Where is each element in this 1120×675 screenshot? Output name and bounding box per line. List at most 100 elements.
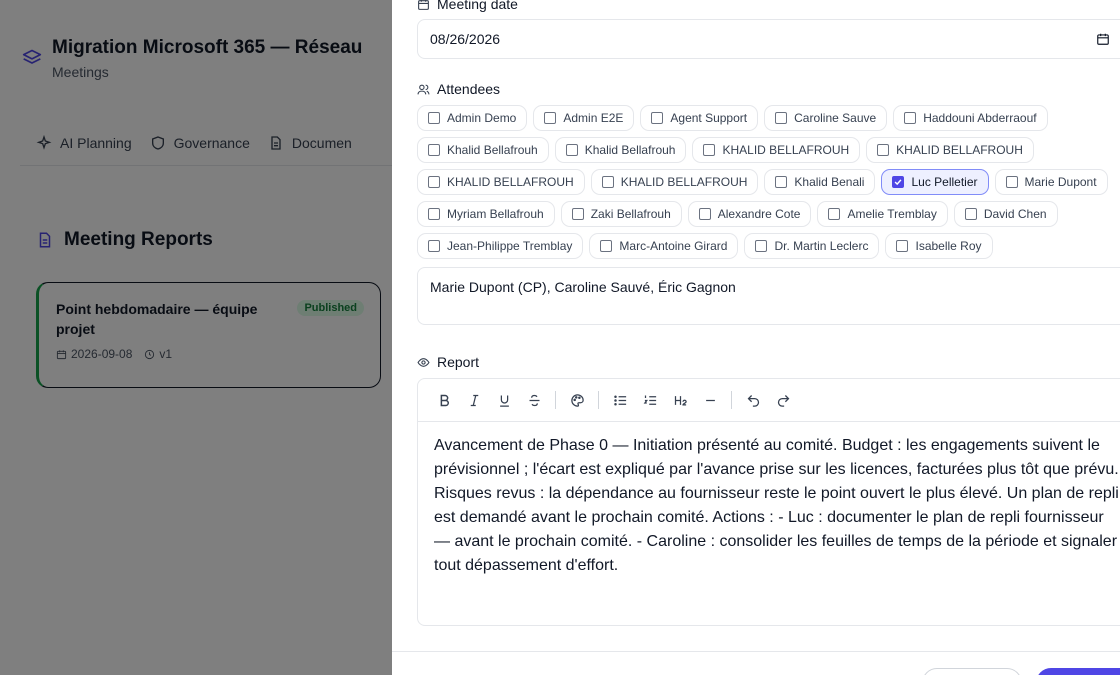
attendee-chip[interactable]: Luc Pelletier	[881, 169, 989, 195]
attendee-chip[interactable]: Marc-Antoine Girard	[589, 233, 739, 259]
attendee-chip[interactable]: Khalid Benali	[764, 169, 876, 195]
checkbox-checked[interactable]	[892, 176, 905, 188]
attendee-chip[interactable]: Alexandre Cote	[687, 201, 812, 227]
eye-icon	[417, 357, 430, 367]
checkbox[interactable]	[428, 112, 440, 124]
checkbox[interactable]	[877, 144, 890, 156]
toolbar-divider	[555, 391, 556, 409]
attendee-name: Khalid Bellafrouh	[584, 143, 676, 157]
checkbox[interactable]	[755, 240, 768, 252]
attendee-chip[interactable]: Khalid Bellafrouh	[417, 137, 549, 163]
attendees-textarea[interactable]: Marie Dupont (CP), Caroline Sauvé, Éric …	[417, 267, 1120, 325]
save-button[interactable]	[1036, 668, 1120, 675]
attendee-name: KHALID BELLAFROUH	[722, 143, 850, 157]
attendee-name: Jean-Philippe Tremblay	[447, 239, 573, 253]
check-icon	[895, 179, 902, 186]
bullet-list-icon	[613, 395, 626, 405]
attendee-name: Caroline Sauve	[794, 111, 877, 125]
attendee-name: Isabelle Roy	[915, 239, 982, 253]
checkbox[interactable]	[428, 240, 440, 252]
attendee-chip[interactable]: KHALID BELLAFROUH	[866, 137, 1034, 163]
heading-button[interactable]	[667, 387, 693, 413]
checkbox[interactable]	[775, 112, 788, 124]
toolbar-divider	[731, 391, 732, 409]
attendees-label-text: Attendees	[437, 81, 501, 97]
attendee-chip[interactable]: Admin E2E	[533, 105, 635, 131]
checkbox[interactable]	[428, 144, 440, 156]
attendee-chip[interactable]: Haddouni Abderraouf	[893, 105, 1048, 131]
undo-button[interactable]	[740, 387, 766, 413]
attendee-chip[interactable]: KHALID BELLAFROUH	[692, 137, 861, 163]
meeting-date-label: Meeting date	[417, 0, 518, 12]
underline-icon	[499, 395, 509, 407]
attendee-name: Alexandre Cote	[717, 207, 801, 221]
report-label: Report	[417, 354, 479, 370]
report-editor: Avancement de Phase 0 — Initiation prése…	[417, 378, 1120, 626]
cancel-button[interactable]	[922, 668, 1022, 675]
toolbar-divider	[598, 391, 599, 409]
italic-icon	[470, 394, 478, 406]
attendees-list: Admin Demo Admin E2E Agent Support Caroline…	[417, 105, 1117, 259]
checkbox[interactable]	[1005, 176, 1018, 188]
attendee-name: Khalid Benali	[794, 175, 865, 189]
bullet-list-button[interactable]	[607, 387, 633, 413]
color-button[interactable]	[564, 387, 590, 413]
strikethrough-button[interactable]	[521, 387, 547, 413]
checkbox[interactable]	[964, 208, 977, 220]
checkbox[interactable]	[896, 240, 909, 252]
attendee-chip[interactable]: Zaki Bellafrouh	[560, 201, 682, 227]
report-content[interactable]: Avancement de Phase 0 — Initiation prése…	[418, 422, 1120, 578]
checkbox[interactable]	[651, 112, 664, 124]
calendar-picker-icon[interactable]	[1096, 32, 1110, 46]
attendee-name: Khalid Bellafrouh	[447, 143, 538, 157]
attendee-chip[interactable]: Amelie Tremblay	[817, 201, 948, 227]
attendee-chip[interactable]: KHALID BELLAFROUH	[417, 169, 585, 195]
checkbox[interactable]	[703, 144, 716, 156]
meeting-date-input[interactable]: 08/26/2026	[417, 19, 1120, 59]
checkbox[interactable]	[601, 176, 614, 188]
attendee-name: Admin Demo	[447, 111, 517, 125]
minus-icon	[705, 399, 715, 401]
ordered-list-button[interactable]	[637, 387, 663, 413]
editor-toolbar	[418, 379, 1120, 422]
attendee-chip[interactable]: Myriam Bellafrouh	[417, 201, 555, 227]
users-icon	[417, 84, 430, 94]
checkbox[interactable]	[775, 176, 788, 188]
attendee-chip[interactable]: Khalid Bellafrouh	[554, 137, 687, 163]
attendee-chip[interactable]: Admin Demo	[417, 105, 528, 131]
report-drawer: Meeting date 08/26/2026 Attendees Admin …	[392, 0, 1120, 675]
underline-button[interactable]	[491, 387, 517, 413]
attendee-name: Admin E2E	[563, 111, 624, 125]
attendee-name: KHALID BELLAFROUH	[447, 175, 574, 189]
bold-icon	[440, 394, 449, 406]
attendee-chip[interactable]: KHALID BELLAFROUH	[590, 169, 759, 195]
attendee-chip[interactable]: Agent Support	[640, 105, 759, 131]
checkbox[interactable]	[565, 144, 578, 156]
drawer-footer	[392, 651, 1120, 675]
redo-button[interactable]	[770, 387, 796, 413]
horizontal-rule-button[interactable]	[697, 387, 723, 413]
checkbox[interactable]	[428, 176, 440, 188]
italic-button[interactable]	[461, 387, 487, 413]
attendee-chip[interactable]: Isabelle Roy	[885, 233, 993, 259]
attendee-chip[interactable]: Jean-Philippe Tremblay	[417, 233, 584, 259]
attendee-name: Dr. Martin Leclerc	[774, 239, 869, 253]
checkbox[interactable]	[828, 208, 841, 220]
checkbox[interactable]	[544, 112, 557, 124]
attendee-chip[interactable]: David Chen	[953, 201, 1058, 227]
checkbox[interactable]	[698, 208, 711, 220]
checkbox[interactable]	[428, 208, 440, 220]
attendee-chip[interactable]: Dr. Martin Leclerc	[744, 233, 880, 259]
attendee-name: KHALID BELLAFROUH	[620, 175, 748, 189]
attendee-chip[interactable]: Marie Dupont	[994, 169, 1108, 195]
bold-button[interactable]	[431, 387, 457, 413]
attendees-label: Attendees	[417, 81, 500, 97]
attendee-chip[interactable]: Caroline Sauve	[764, 105, 888, 131]
attendee-name: Marc-Antoine Girard	[619, 239, 728, 253]
report-label-text: Report	[437, 354, 480, 370]
attendee-name: Marie Dupont	[1024, 175, 1097, 189]
checkbox[interactable]	[571, 208, 584, 220]
checkbox[interactable]	[600, 240, 613, 252]
attendee-name: Haddouni Abderraouf	[923, 111, 1037, 125]
checkbox[interactable]	[904, 112, 917, 124]
